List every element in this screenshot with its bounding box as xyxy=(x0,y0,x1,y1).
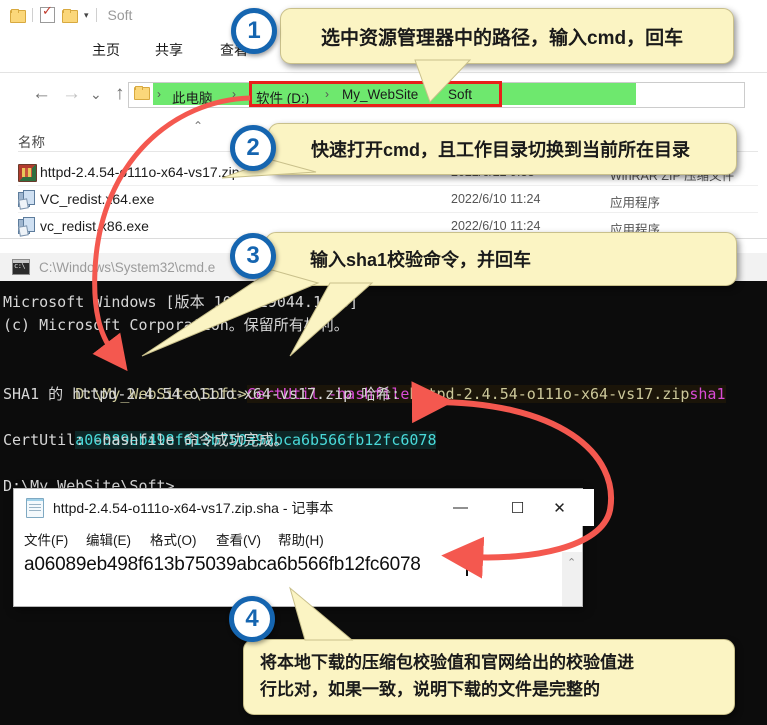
row-divider xyxy=(18,185,758,186)
recent-locations-button[interactable]: ⌄ xyxy=(90,86,102,103)
file-date: 2022/6/10 11:24 xyxy=(451,192,541,206)
breadcrumb-separator-0: › xyxy=(157,87,161,101)
callout-4-text-line2: 行比对，如果一致，说明下载的文件是完整的 xyxy=(260,680,600,699)
toolbar-divider-2 xyxy=(95,8,97,22)
cmd-line-hash-label: SHA1 的 httpd-2.4.54-o111o-x64-vs17.zip 哈… xyxy=(3,385,401,403)
notepad-menu-bar: 文件(F) 编辑(E) 格式(O) 查看(V) 帮助(H) xyxy=(14,526,582,552)
column-header-name[interactable]: 名称 xyxy=(18,131,45,151)
text-caret xyxy=(466,551,468,576)
callout-4-text-block: 将本地下载的压缩包校验值和官网给出的校验值进 行比对，如果一致，说明下载的文件是… xyxy=(244,640,734,714)
callout-4-bubble: 将本地下载的压缩包校验值和官网给出的校验值进 行比对，如果一致，说明下载的文件是… xyxy=(243,639,735,715)
row-divider xyxy=(18,212,758,213)
scroll-up-icon[interactable]: ⌃ xyxy=(567,556,576,569)
chevron-down-icon[interactable]: ▾ xyxy=(84,10,89,21)
file-name: VC_redist.x64.exe xyxy=(40,191,155,207)
callout-4-badge: 4 xyxy=(229,596,275,642)
notepad-window: httpd-2.4.54-o111o-x64-vs17.zip.sha - 记事… xyxy=(14,489,594,606)
callout-3-badge: 3 xyxy=(230,233,276,279)
notepad-text-content[interactable]: a06089eb498f613b75039abca6b566fb12fc6078 xyxy=(24,554,421,576)
file-date: 2022/6/10 11:24 xyxy=(451,219,541,233)
zip-file-icon xyxy=(18,164,37,182)
callout-1-text: 选中资源管理器中的路径，输入cmd，回车 xyxy=(321,27,684,49)
forward-button[interactable]: → xyxy=(62,83,81,105)
cmd-line-success: CertUtil: -hashfile 命令成功完成。 xyxy=(3,431,289,449)
cmd-line-version: Microsoft Windows [版本 10.0.19044.1766] xyxy=(3,293,359,311)
menu-file[interactable]: 文件(F) xyxy=(24,529,68,549)
file-name: vc_redist.x86.exe xyxy=(40,218,149,234)
exe-file-icon xyxy=(18,190,35,210)
minimize-button[interactable]: — xyxy=(438,489,483,526)
properties-checkbox-icon[interactable] xyxy=(40,4,55,23)
menu-help[interactable]: 帮助(H) xyxy=(278,529,324,549)
callout-1-bubble: 选中资源管理器中的路径，输入cmd，回车 xyxy=(280,8,734,64)
exe-file-icon xyxy=(18,217,35,237)
callout-2-badge: 2 xyxy=(230,125,276,171)
tab-share[interactable]: 共享 xyxy=(155,40,183,60)
breadcrumb-item-this-pc[interactable]: 此电脑 xyxy=(172,87,213,107)
close-button[interactable]: ✕ xyxy=(537,489,582,526)
cmd-arg-filename: httpd-2.4.54-o111o-x64-vs17.zip xyxy=(409,385,690,403)
maximize-button[interactable]: ☐ xyxy=(495,489,540,526)
menu-view[interactable]: 查看(V) xyxy=(216,529,261,549)
cmd-arg-algorithm: sha1 xyxy=(689,385,726,403)
menu-format[interactable]: 格式(O) xyxy=(150,529,197,549)
callout-1-badge: 1 xyxy=(231,8,277,54)
cmd-title-text: C:\Windows\System32\cmd.e xyxy=(39,259,216,275)
notepad-scrollbar[interactable]: ⌃ xyxy=(562,552,582,606)
tab-home[interactable]: 主页 xyxy=(92,40,120,60)
callout-3-text: 输入sha1校验命令，并回车 xyxy=(310,250,532,270)
callout-2-bubble: 快速打开cmd，且工作目录切换到当前所在目录 xyxy=(268,123,737,175)
table-row[interactable]: VC_redist.x64.exe 2022/6/10 11:24 应用程序 xyxy=(0,187,767,213)
window-title: Soft xyxy=(107,7,133,23)
callout-4-text-line1: 将本地下载的压缩包校验值和官网给出的校验值进 xyxy=(260,653,634,672)
file-name: httpd-2.4.54-o111o-x64-vs17.zip xyxy=(40,164,240,180)
console-icon xyxy=(12,259,30,275)
notepad-icon xyxy=(26,497,44,518)
breadcrumb-selection-box xyxy=(249,81,502,107)
address-folder-icon xyxy=(134,86,150,100)
new-folder-icon[interactable] xyxy=(62,8,78,23)
up-button[interactable]: ↑ xyxy=(115,83,125,105)
toolbar-divider xyxy=(32,8,33,22)
folder-icon[interactable] xyxy=(10,8,26,23)
screenshot-root: ▾ Soft 主页 共享 查看 ← → ⌄ ↑ › 此电脑 › 软件 (D:) … xyxy=(0,0,767,725)
menu-edit[interactable]: 编辑(E) xyxy=(86,529,131,549)
back-button[interactable]: ← xyxy=(32,83,51,105)
notepad-title-text: httpd-2.4.54-o111o-x64-vs17.zip.sha - 记事… xyxy=(53,499,334,516)
breadcrumb-separator-1: › xyxy=(232,87,236,101)
cmd-line-copyright: (c) Microsoft Corporation。保留所有权利。 xyxy=(3,316,349,334)
callout-3-bubble: 输入sha1校验命令，并回车 xyxy=(265,232,737,286)
callout-2-text: 快速打开cmd，且工作目录切换到当前所在目录 xyxy=(311,140,691,160)
file-type: 应用程序 xyxy=(610,196,661,210)
